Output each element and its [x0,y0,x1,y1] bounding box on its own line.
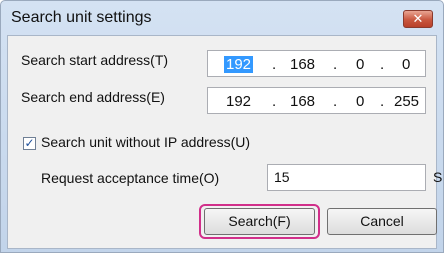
cancel-button[interactable]: Cancel [327,208,437,235]
start-address-field[interactable]: 192 . 168 . 0 . 0 [207,50,426,77]
ip-dot: . [272,56,277,73]
start-ip-octet-2[interactable]: 168 [290,55,315,74]
request-time-input[interactable]: 15 [267,164,426,191]
end-address-field[interactable]: 192 . 168 . 0 . 255 [207,87,426,114]
start-ip-octet-3[interactable]: 0 [356,55,364,74]
start-ip-octet-1[interactable]: 192 [224,56,254,73]
ip-dot: . [272,93,277,110]
dialog-title: Search unit settings [11,9,152,26]
checkmark-icon: ✓ [24,136,35,150]
title-bar[interactable]: Search unit settings ✕ [1,1,443,35]
search-without-ip-label[interactable]: Search unit without IP address(U) [41,134,250,150]
search-button-label: Search(F) [228,213,291,229]
ip-dot: . [380,93,385,110]
end-ip-octet-3[interactable]: 0 [356,92,364,111]
end-ip-octet-1[interactable]: 192 [226,92,251,111]
seconds-unit-label: S [433,169,443,185]
end-address-label: Search end address(E) [21,89,165,105]
end-ip-octet-2[interactable]: 168 [290,92,315,111]
close-button[interactable]: ✕ [403,10,433,28]
end-ip-octet-4[interactable]: 255 [394,92,419,111]
ip-dot: . [380,56,385,73]
start-ip-octet-4[interactable]: 0 [402,55,410,74]
search-button[interactable]: Search(F) [204,208,315,235]
cancel-button-label: Cancel [360,213,404,229]
close-icon: ✕ [412,11,424,26]
dialog-window: Search unit settings ✕ Search start addr… [0,0,444,253]
search-without-ip-checkbox[interactable]: ✓ [23,137,36,150]
request-time-label: Request acceptance time(O) [41,170,220,186]
request-time-value: 15 [274,169,290,185]
start-address-label: Search start address(T) [21,52,169,68]
ip-dot: . [333,93,338,110]
ip-dot: . [333,56,338,73]
